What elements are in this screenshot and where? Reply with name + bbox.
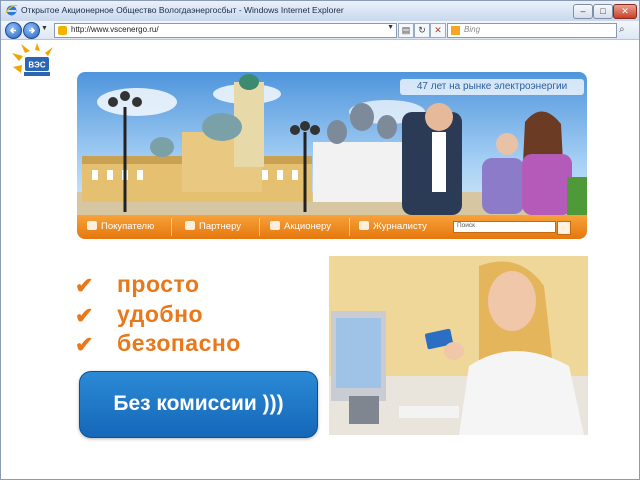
site-search-input[interactable]: Поиск	[453, 221, 556, 233]
woman-with-card-photo	[329, 256, 588, 435]
forward-icon	[29, 27, 36, 34]
nav-shareholder[interactable]: Акционеру	[270, 221, 331, 233]
photo-illustration	[329, 256, 588, 435]
feature-text: просто	[117, 271, 200, 297]
title-bar: Открытое Акционерное Общество Вологдаэне…	[1, 1, 639, 22]
company-logo: ВЭС	[12, 43, 53, 76]
back-icon	[9, 27, 16, 34]
compatibility-icon[interactable]: ▤	[398, 23, 414, 38]
nav-divider	[349, 218, 350, 236]
search-field[interactable]: Bing	[447, 23, 617, 38]
maximize-button[interactable]: □	[593, 4, 613, 19]
nav-buyer[interactable]: Покупателю	[87, 221, 154, 233]
site-search-placeholder: Поиск	[457, 222, 476, 229]
briefcase-icon	[185, 221, 195, 230]
ie-icon	[5, 4, 18, 16]
user-icon	[87, 221, 97, 230]
search-placeholder: Bing	[464, 25, 481, 34]
page-favicon	[58, 26, 67, 35]
url-text: http://www.vscenergo.ru/	[71, 25, 159, 34]
chart-icon	[270, 221, 280, 230]
nav-shareholder-label: Акционеру	[284, 221, 331, 232]
search-icon[interactable]: ⌕	[619, 24, 625, 35]
forward-button[interactable]	[23, 22, 40, 39]
years-badge: 47 лет на рынке электроэнергии	[400, 79, 584, 95]
bing-icon	[451, 26, 460, 35]
checkmark-icon: ✔	[75, 332, 94, 357]
svg-text:ВЭС: ВЭС	[28, 61, 45, 70]
window-title: Открытое Акционерное Общество Вологдаэне…	[21, 5, 344, 15]
checkmark-icon: ✔	[75, 303, 94, 328]
address-toolbar: ▼ http://www.vscenergo.ru/ ▼ ▤ ↻ ✕ Bing …	[1, 21, 639, 40]
nav-journalist-label: Журналисту	[373, 221, 427, 232]
nav-divider	[171, 218, 172, 236]
site-navigation: Покупателю Партнеру Акционеру Журналисту…	[77, 215, 587, 239]
address-field[interactable]: http://www.vscenergo.ru/ ▼	[54, 23, 397, 38]
refresh-icon[interactable]: ↻	[414, 23, 430, 38]
dropdown-icon[interactable]: ▼	[41, 25, 48, 32]
nav-partner-label: Партнеру	[199, 221, 241, 232]
site-search-button[interactable]	[557, 221, 571, 235]
checkmark-icon: ✔	[75, 273, 94, 298]
nav-partner[interactable]: Партнеру	[185, 221, 241, 233]
nav-buyer-label: Покупателю	[101, 221, 155, 232]
minimize-button[interactable]: –	[573, 4, 593, 19]
website-banner: 47 лет на рынке электроэнергии Покупател…	[77, 72, 587, 239]
address-dropdown-icon[interactable]: ▼	[387, 24, 394, 31]
feature-text: безопасно	[117, 330, 241, 356]
back-button[interactable]	[5, 22, 22, 39]
nav-journalist[interactable]: Журналисту	[359, 221, 427, 233]
nav-divider	[259, 218, 260, 236]
browser-window: Открытое Акционерное Общество Вологдаэне…	[0, 0, 640, 480]
no-commission-button[interactable]: Без комиссии )))	[79, 371, 318, 438]
feature-text: удобно	[117, 301, 204, 327]
stop-icon[interactable]: ✕	[430, 23, 446, 38]
close-button[interactable]: ✕	[613, 4, 637, 19]
pen-icon	[359, 221, 369, 230]
